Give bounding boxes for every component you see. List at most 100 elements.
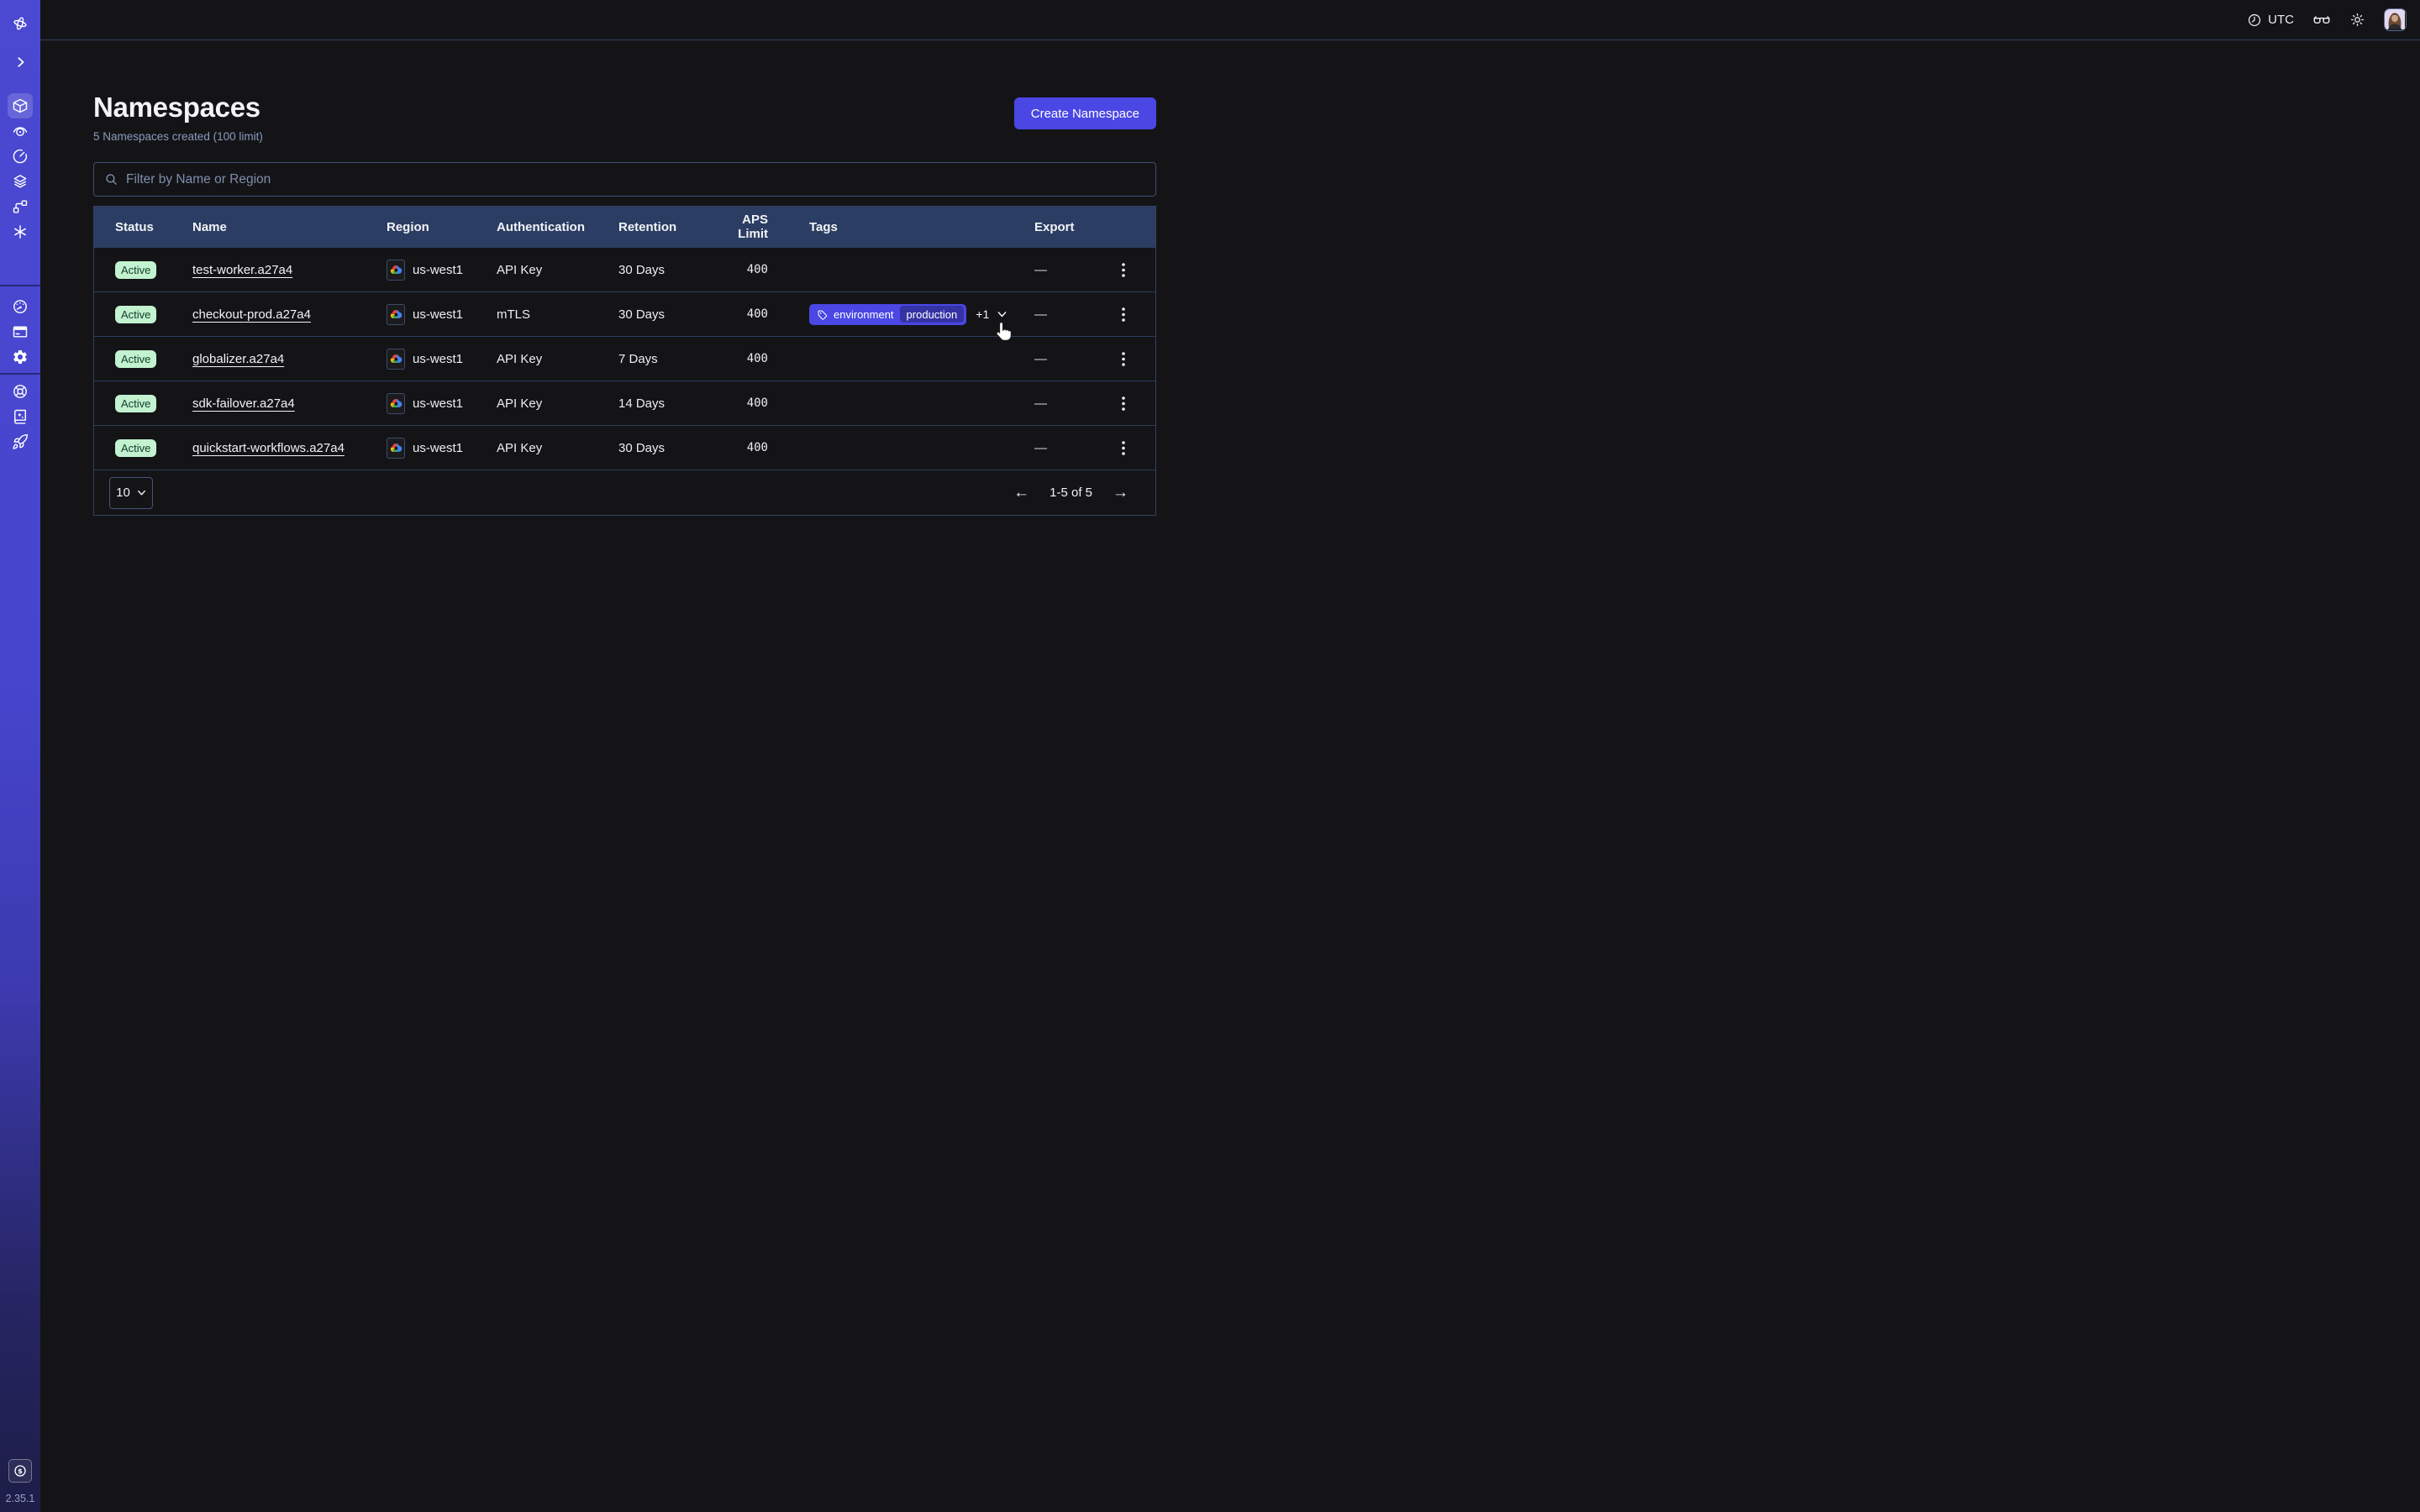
timezone-label: UTC (2268, 13, 2294, 27)
gcp-cloud-icon (387, 260, 405, 281)
col-export: Export (1034, 220, 1105, 234)
col-retention: Retention (618, 220, 711, 234)
status-badge: Active (115, 439, 156, 457)
timer-icon (12, 148, 29, 165)
table-header-row: Status Name Region Authentication Retent… (94, 207, 1155, 247)
region-label: us-west1 (413, 352, 463, 366)
tag-pill[interactable]: environment production (809, 304, 966, 325)
table-row: Active test-worker.a27a4 us-west1 API Ke… (94, 247, 1155, 291)
user-avatar[interactable] (2384, 8, 2407, 31)
page-size-select[interactable]: 10 (109, 477, 153, 509)
cube-icon (12, 97, 29, 114)
glasses-icon (2312, 11, 2331, 29)
kebab-icon (1122, 396, 1125, 411)
gcp-cloud-icon (387, 304, 405, 325)
create-namespace-button[interactable]: Create Namespace (1014, 97, 1156, 129)
retention-label: 30 Days (618, 441, 711, 455)
sidebar-item-billing[interactable] (8, 319, 33, 344)
gauge-icon (12, 298, 29, 315)
tag-value: production (900, 306, 965, 323)
theme-toggle[interactable] (2349, 12, 2365, 28)
sidebar-item-deployments[interactable] (8, 169, 33, 194)
topbar: UTC (40, 0, 2420, 40)
sidebar-item-namespaces[interactable] (8, 93, 33, 118)
retention-label: 7 Days (618, 352, 711, 366)
page-subtitle: 5 Namespaces created (100 limit) (93, 130, 263, 143)
tag-icon (817, 309, 828, 320)
book-sparkles-icon (12, 408, 29, 425)
sun-icon (2349, 12, 2365, 28)
clock-icon (2247, 13, 2262, 28)
sidebar-item-nexus[interactable] (8, 219, 33, 244)
sidebar-item-getting-started[interactable] (8, 429, 33, 454)
eye-spiral-icon (12, 123, 29, 139)
table-row: Active globalizer.a27a4 us-west1 API Key… (94, 336, 1155, 381)
status-badge: Active (115, 350, 156, 368)
dollar-badge-icon: $ (13, 1463, 28, 1478)
region-label: us-west1 (413, 441, 463, 455)
sidebar-item-schedules[interactable] (8, 144, 33, 169)
aps-limit-value: 400 (711, 396, 768, 410)
table-row: Active sdk-failover.a27a4 us-west1 API K… (94, 381, 1155, 425)
auth-label: mTLS (497, 307, 618, 322)
kebab-icon (1122, 352, 1125, 366)
next-page-button[interactable]: → (1113, 485, 1128, 501)
sidebar-expand-chevron-icon[interactable] (8, 50, 33, 75)
kebab-icon (1122, 263, 1125, 277)
timezone-selector[interactable]: UTC (2247, 13, 2294, 28)
lifebuoy-icon (12, 383, 29, 400)
gcp-cloud-icon (387, 393, 405, 414)
layers-icon (12, 173, 29, 190)
namespace-link[interactable]: sdk-failover.a27a4 (192, 396, 295, 411)
kebab-icon (1122, 441, 1125, 455)
namespace-link[interactable]: quickstart-workflows.a27a4 (192, 441, 345, 455)
export-value: — (1034, 352, 1105, 366)
ui-version: 2.35.1 (6, 1493, 35, 1504)
pagination-range: 1-5 of 5 (1050, 486, 1092, 500)
auth-label: API Key (497, 352, 618, 366)
avatar-photo (2385, 9, 2405, 29)
row-menu-button[interactable] (1118, 393, 1128, 414)
status-badge: Active (115, 261, 156, 279)
sidebar-item-settings[interactable] (8, 344, 33, 370)
filter-input[interactable] (126, 172, 1145, 187)
namespace-link[interactable]: checkout-prod.a27a4 (192, 307, 311, 322)
region-label: us-west1 (413, 396, 463, 411)
namespace-link[interactable]: globalizer.a27a4 (192, 352, 284, 366)
col-status: Status (115, 220, 192, 234)
temporal-logo[interactable] (8, 11, 33, 36)
page-title: Namespaces (93, 91, 263, 124)
sidebar-item-workflows[interactable] (8, 118, 33, 144)
sidebar-item-docs[interactable] (8, 404, 33, 429)
retention-label: 30 Days (618, 263, 711, 277)
sidebar-item-usage[interactable] (8, 294, 33, 319)
aps-limit-value: 400 (711, 352, 768, 365)
table-row: Active checkout-prod.a27a4 us-west1 mTLS… (94, 291, 1155, 336)
aps-limit-value: 400 (711, 263, 768, 276)
row-menu-button[interactable] (1118, 304, 1128, 325)
credit-card-icon (12, 323, 29, 340)
sidebar-item-support[interactable] (8, 379, 33, 404)
tags-expander[interactable]: +1 (976, 307, 1007, 321)
row-menu-button[interactable] (1118, 438, 1128, 459)
gear-icon (12, 349, 29, 365)
page-size-value: 10 (116, 486, 130, 500)
table-pagination: 10 ← 1-5 of 5 → (94, 470, 1155, 515)
sidebar-item-batch-operations[interactable] (8, 194, 33, 219)
row-menu-button[interactable] (1118, 260, 1128, 281)
previous-page-button[interactable]: ← (1013, 485, 1029, 501)
chevron-down-icon (137, 489, 146, 496)
pricing-button[interactable]: $ (8, 1459, 32, 1483)
readability-toggle[interactable] (2312, 11, 2331, 29)
namespace-link[interactable]: test-worker.a27a4 (192, 263, 292, 277)
svg-text:$: $ (18, 1467, 23, 1475)
export-value: — (1034, 396, 1105, 411)
retention-label: 30 Days (618, 307, 711, 322)
table-row: Active quickstart-workflows.a27a4 us-wes… (94, 425, 1155, 470)
kebab-icon (1122, 307, 1125, 322)
auth-label: API Key (497, 396, 618, 411)
aps-limit-value: 400 (711, 307, 768, 321)
export-value: — (1034, 307, 1105, 322)
gcp-cloud-icon (387, 349, 405, 370)
row-menu-button[interactable] (1118, 349, 1128, 370)
